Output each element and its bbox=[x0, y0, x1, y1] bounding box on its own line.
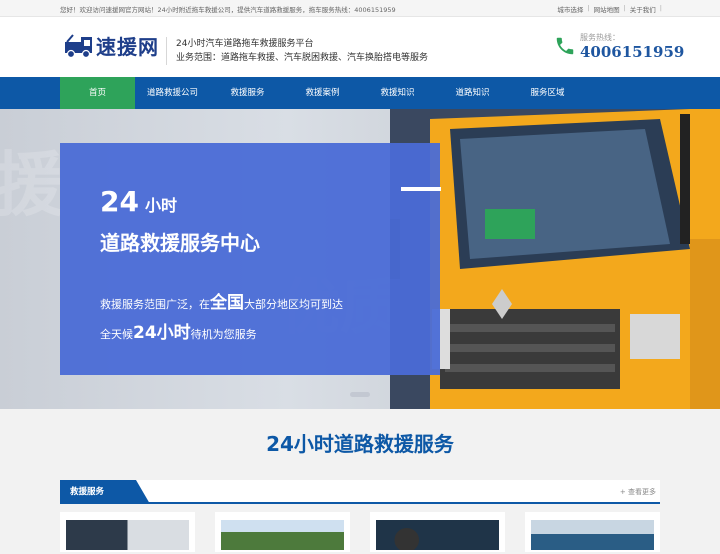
header: 速援网 24小时汽车道路拖车救援服务平台 业务范围：道路拖车救援、汽车脱困救援、… bbox=[0, 17, 720, 77]
carousel-indicator[interactable] bbox=[350, 392, 370, 397]
banner-watermark-left: 援 bbox=[0, 144, 64, 226]
banner-line-2-em: 24小时 bbox=[133, 323, 191, 343]
top-bar: 您好！欢迎访问速援网官方网站！24小时附近拖车救援公司，提供汽车道路救援服务，拖… bbox=[0, 0, 720, 17]
nav-item-service-area[interactable]: 服务区域 bbox=[510, 77, 585, 109]
service-card[interactable] bbox=[370, 512, 505, 552]
slogan-line-1: 24小时汽车道路拖车救援服务平台 bbox=[176, 39, 314, 49]
banner-line-1-pre: 救援服务范围广泛，在 bbox=[100, 298, 210, 311]
banner-title-number: 24 bbox=[100, 185, 139, 218]
sitemap-link[interactable]: 网站地图 bbox=[594, 4, 620, 14]
section-title: 24小时道路救援服务 bbox=[266, 432, 454, 456]
service-card[interactable] bbox=[215, 512, 350, 552]
service-card-image bbox=[221, 520, 344, 550]
service-card-image bbox=[66, 520, 189, 550]
slogan: 24小时汽车道路拖车救援服务平台 业务范围：道路拖车救援、汽车脱困救援、汽车换胎… bbox=[166, 37, 428, 65]
tow-truck-icon bbox=[65, 33, 92, 58]
nav-item-rescue-company[interactable]: 道路救援公司 bbox=[135, 77, 210, 109]
divider: | bbox=[659, 4, 662, 12]
service-card[interactable] bbox=[525, 512, 660, 552]
city-select-link[interactable]: 城市选择 bbox=[557, 4, 583, 14]
banner-line-2-pre: 全天候 bbox=[100, 328, 133, 341]
slogan-line-2: 业务范围：道路拖车救援、汽车脱困救援、汽车换胎搭电等服务 bbox=[176, 53, 429, 63]
divider: | bbox=[623, 4, 626, 12]
hotline-number[interactable]: 4006151959 bbox=[580, 43, 684, 61]
logo[interactable]: 速援网 bbox=[64, 31, 159, 60]
service-card-image bbox=[531, 520, 654, 550]
service-header-bar: 救援服务 + 查看更多 bbox=[60, 480, 660, 504]
banner-line-1: 救援服务范围广泛，在全国大部分地区均可到达 bbox=[100, 288, 343, 313]
main-nav: 首页 道路救援公司 救援服务 救援案例 救援知识 道路知识 服务区域 bbox=[0, 77, 720, 109]
logo-text: 速援网 bbox=[96, 35, 159, 59]
nav-item-rescue-knowledge[interactable]: 救援知识 bbox=[360, 77, 435, 109]
banner-line-2-post: 待机为您服务 bbox=[190, 328, 257, 341]
about-link[interactable]: 关于我们 bbox=[630, 4, 656, 14]
nav-item-rescue-cases[interactable]: 救援案例 bbox=[285, 77, 360, 109]
banner-title-unit: 小时 bbox=[144, 196, 177, 215]
nav-item-road-knowledge[interactable]: 道路知识 bbox=[435, 77, 510, 109]
nav-item-rescue-service[interactable]: 救援服务 bbox=[210, 77, 285, 109]
top-links: 城市选择 | 网站地图 | 关于我们 | bbox=[557, 4, 662, 14]
banner-line-2: 全天候24小时待机为您服务 bbox=[100, 318, 257, 343]
hotline-label: 服务热线： bbox=[580, 33, 620, 42]
service-card-image bbox=[376, 520, 499, 552]
banner-subtitle: 道路救援服务中心 bbox=[100, 231, 260, 255]
service-tab[interactable]: 救援服务 bbox=[60, 480, 150, 504]
banner-dash bbox=[401, 187, 441, 191]
service-card[interactable] bbox=[60, 512, 195, 552]
banner-line-1-em: 全国 bbox=[210, 293, 244, 313]
nav-item-home[interactable]: 首页 bbox=[60, 77, 135, 109]
phone-icon bbox=[556, 37, 574, 55]
banner-line-1-post: 大部分地区均可到达 bbox=[244, 298, 343, 311]
hero-banner[interactable]: 援 优质 24小时 道路救援服务中心 救援服务范围广泛，在全国大部分地区均可到达… bbox=[0, 109, 720, 409]
service-cards bbox=[60, 512, 660, 552]
welcome-text: 您好！欢迎访问速援网官方网站！24小时附近拖车救援公司，提供汽车道路救援服务，拖… bbox=[60, 6, 396, 14]
service-hotline: 服务热线： 4006151959 bbox=[554, 32, 684, 61]
view-more-link[interactable]: + 查看更多 bbox=[620, 487, 656, 497]
banner-title: 24 小时 bbox=[100, 185, 177, 218]
divider: | bbox=[587, 4, 590, 12]
